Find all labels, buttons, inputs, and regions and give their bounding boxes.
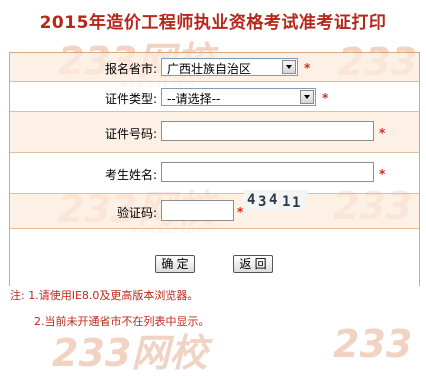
chevron-down-icon[interactable] — [282, 60, 296, 74]
required-mark: * — [237, 205, 244, 219]
name-label: 考生姓名: — [104, 168, 157, 182]
watermark-bottom-right: 233 — [333, 322, 413, 366]
back-button[interactable]: 返 回 — [233, 255, 273, 273]
form-row-id-number: 证件号码: * — [10, 112, 419, 153]
confirm-button[interactable]: 确 定 — [155, 255, 195, 273]
captcha-char: 4 — [269, 192, 278, 208]
required-mark: * — [379, 126, 386, 140]
province-select[interactable]: 广西壮族自治区 — [161, 58, 298, 76]
form-row-name: 考生姓名: * — [10, 153, 419, 194]
required-mark: * — [304, 61, 311, 75]
admission-form: 报名省市: 广西壮族自治区 * 证件类型: --请选择-- * 证件号码: * … — [9, 52, 420, 286]
form-row-id-type: 证件类型: --请选择-- * — [10, 82, 419, 112]
note-line-2: 2.当前未开通省市不在列表中显示。 — [34, 315, 210, 328]
captcha-input[interactable] — [161, 200, 234, 221]
watermark-bottom: 233网校 — [52, 331, 208, 375]
captcha-char: 1 — [292, 195, 301, 211]
province-label: 报名省市: — [104, 62, 157, 76]
page-title: 2015年造价工程师执业资格考试准考证打印 — [39, 13, 387, 33]
id-type-label: 证件类型: — [104, 92, 157, 106]
form-row-captcha: 验证码: * — [10, 194, 419, 229]
captcha-image[interactable]: 4 3 4 1 1 — [244, 190, 308, 212]
captcha-char: 4 — [247, 192, 256, 208]
chevron-down-icon[interactable] — [300, 90, 314, 104]
form-row-province: 报名省市: 广西壮族自治区 * — [10, 53, 419, 82]
id-type-select[interactable]: --请选择-- — [161, 88, 316, 106]
form-row-buttons — [10, 229, 419, 286]
captcha-char: 1 — [282, 194, 291, 210]
province-select-value: 广西壮族自治区 — [167, 62, 252, 76]
note-line-1: 注: 1.请使用IE8.0及更高版本浏览器。 — [10, 289, 199, 302]
name-input[interactable] — [161, 162, 374, 182]
id-number-label: 证件号码: — [104, 127, 157, 141]
required-mark: * — [379, 167, 386, 181]
required-mark: * — [322, 91, 329, 105]
captcha-label: 验证码: — [116, 206, 157, 220]
id-number-input[interactable] — [161, 121, 374, 141]
captcha-char: 3 — [258, 194, 267, 210]
id-type-select-value: --请选择-- — [167, 92, 221, 106]
